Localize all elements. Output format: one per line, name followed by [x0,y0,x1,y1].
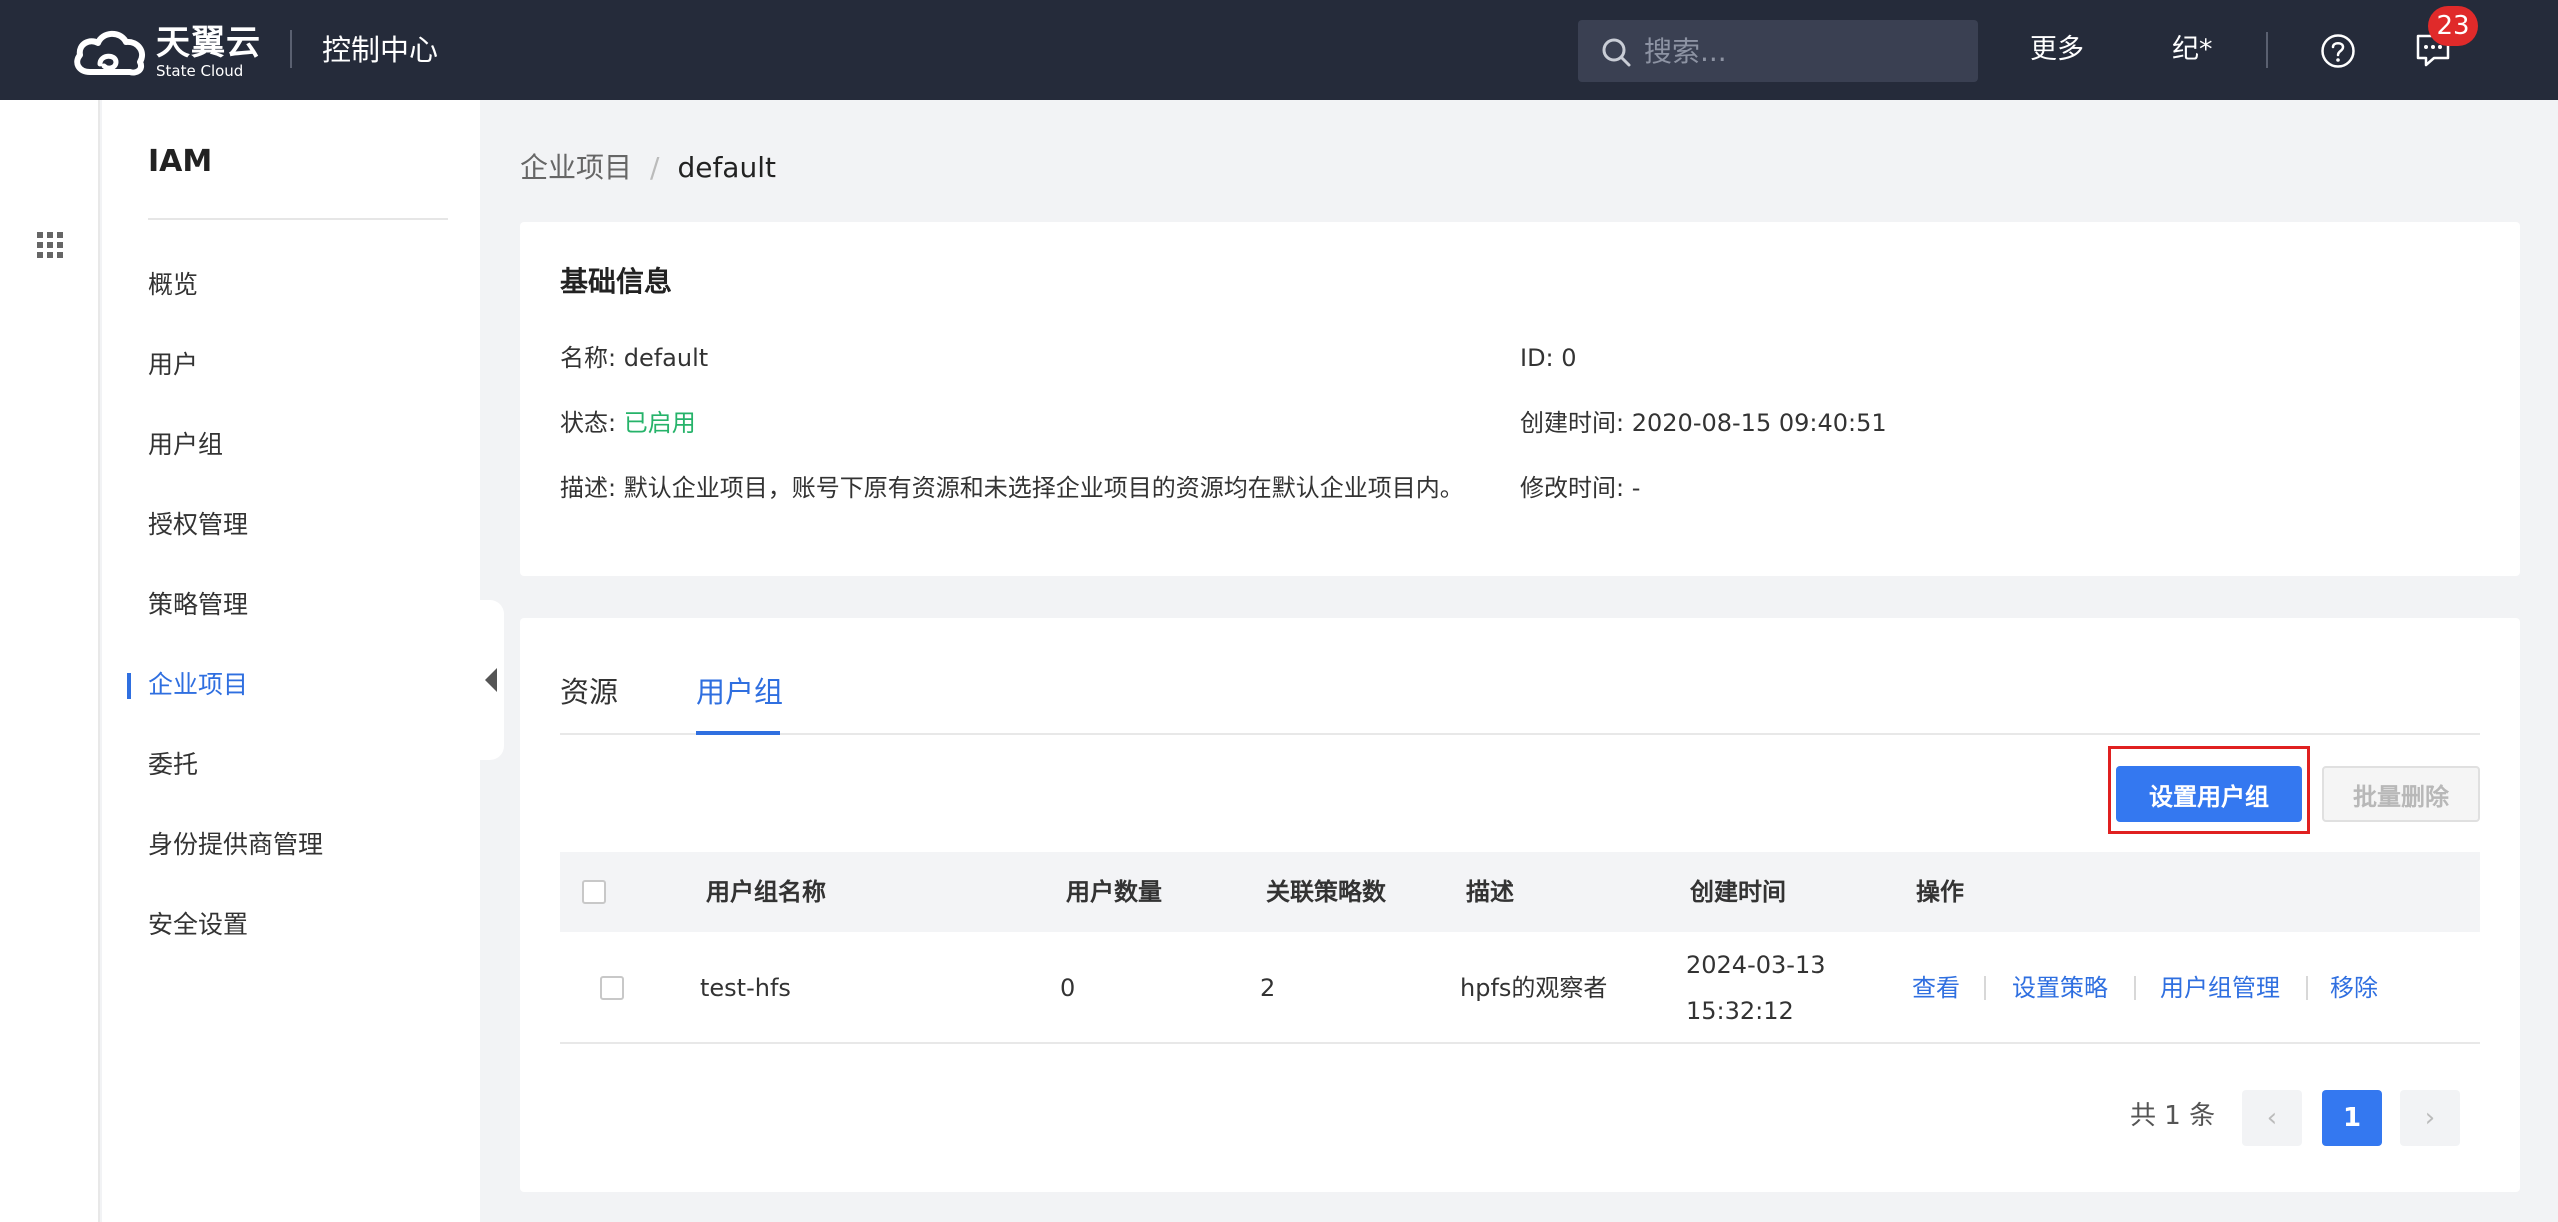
info-status-label: 状态: [560,409,617,437]
info-description-label: 描述: [560,474,617,502]
info-id-label: ID: [1520,344,1554,372]
row-checkbox[interactable] [600,976,624,1000]
nav-divider [148,218,448,220]
product-strip [0,100,100,1222]
info-created-value: 2020-08-15 09:40:51 [1631,409,1887,437]
action-separator [1984,976,1986,1000]
table-header: 用户组名称 用户数量 关联策略数 描述 创建时间 操作 [560,852,2480,932]
sidebar-item-user-groups[interactable]: 用户组 [148,425,223,465]
cell-description: hpfs的观察者 [1460,974,1608,1002]
pagination-page-1[interactable]: 1 [2322,1090,2382,1146]
column-header-actions: 操作 [1916,878,1964,906]
logo-chinese-text: 天翼云 [156,22,261,63]
column-header-name: 用户组名称 [706,878,826,906]
basic-info-title: 基础信息 [560,265,673,298]
sidebar-collapse-toggle[interactable] [478,600,504,760]
status-badge: 已启用 [623,409,696,437]
sidebar-item-identity-providers[interactable]: 身份提供商管理 [148,825,323,865]
sidebar-item-delegation[interactable]: 委托 [148,745,198,785]
user-account-menu[interactable]: 纪* [2172,30,2213,70]
cell-created-time: 2024-03-13 15:32:12 [1686,951,1826,1025]
cell-user-count: 0 [1060,974,1076,1002]
breadcrumb-current: default [677,151,776,184]
info-name-label: 名称: [560,344,617,372]
set-user-group-button[interactable]: 设置用户组 [2116,766,2302,822]
nav-title: IAM [148,144,213,179]
info-id: ID: 0 [1520,340,1577,376]
message-count-badge: 23 [2428,6,2478,46]
info-created-label: 创建时间: [1520,409,1625,437]
info-status: 状态: 已启用 [560,405,696,441]
select-all-checkbox[interactable] [582,880,606,904]
user-group-panel: 资源 用户组 设置用户组 批量删除 用户组名称 用户数量 关联策略数 描述 创建… [520,618,2520,1192]
tab-divider [560,733,2480,735]
cell-policy-count: 2 [1260,974,1276,1002]
info-modified-label: 修改时间: [1520,474,1625,502]
tab-resources[interactable]: 资源 [560,672,618,712]
iam-side-nav: IAM 概览 用户 用户组 授权管理 策略管理 企业项目 委托 身份提供商管理 … [102,100,480,1222]
column-header-policy-count: 关联策略数 [1266,878,1386,906]
info-description: 描述: 默认企业项目，账号下原有资源和未选择企业项目的资源均在默认企业项目内。 [560,470,1464,506]
column-header-created: 创建时间 [1690,878,1786,906]
pagination-next-button[interactable]: › [2400,1090,2460,1146]
set-policy-action-link[interactable]: 设置策略 [2012,965,2108,1011]
chevron-left-icon [485,668,497,692]
action-separator [2134,976,2136,1000]
batch-delete-button[interactable]: 批量删除 [2322,766,2480,822]
sidebar-item-authorization[interactable]: 授权管理 [148,505,248,545]
pagination-total: 共 1 条 [2130,1101,2216,1131]
tab-user-groups[interactable]: 用户组 [696,672,783,712]
active-tab-underline [696,731,780,735]
pagination-prev-button[interactable]: ‹ [2242,1090,2302,1146]
cell-group-name: test-hfs [700,974,791,1002]
info-description-value: 默认企业项目，账号下原有资源和未选择企业项目的资源均在默认企业项目内。 [623,474,1464,502]
info-name: 名称: default [560,340,708,376]
search-icon [1602,38,1631,67]
state-cloud-logo[interactable]: 天翼云 State Cloud [70,24,261,80]
sidebar-item-enterprise-projects[interactable]: 企业项目 [148,665,248,705]
search-input[interactable] [1644,20,1964,82]
more-menu[interactable]: 更多 [2030,30,2084,70]
active-indicator [127,673,131,699]
sidebar-item-security-settings[interactable]: 安全设置 [148,905,248,945]
breadcrumb: 企业项目 / default [520,148,776,188]
breadcrumb-separator: / [650,151,660,184]
topbar-divider [2266,32,2268,68]
manage-user-group-action-link[interactable]: 用户组管理 [2160,965,2280,1011]
basic-info-card: 基础信息 名称: default ID: 0 状态: 已启用 创建时间: 202… [520,222,2520,576]
column-header-description: 描述 [1466,878,1514,906]
top-bar: 天翼云 State Cloud 控制中心 更多 纪* 23 [0,0,2558,100]
sidebar-item-users[interactable]: 用户 [148,345,198,385]
sidebar-item-overview[interactable]: 概览 [148,265,198,305]
info-name-value: default [623,344,709,372]
sidebar-item-policies[interactable]: 策略管理 [148,585,248,625]
view-action-link[interactable]: 查看 [1912,965,1960,1011]
column-header-user-count: 用户数量 [1066,878,1162,906]
info-modified: 修改时间: - [1520,470,1640,506]
question-circle-icon[interactable] [2320,33,2356,69]
console-center-link[interactable]: 控制中心 [322,30,438,70]
action-separator [2306,976,2308,1000]
logo-english-text: State Cloud [156,61,244,80]
grid-icon[interactable] [37,232,63,258]
remove-action-link[interactable]: 移除 [2330,965,2378,1011]
topbar-divider [290,30,292,68]
info-modified-value: - [1631,474,1641,502]
table-row: test-hfs 0 2 hpfs的观察者 2024-03-13 15:32:1… [560,932,2480,1044]
cloud-logo-icon [74,30,146,76]
info-id-value: 0 [1561,344,1577,372]
info-created: 创建时间: 2020-08-15 09:40:51 [1520,405,1887,441]
breadcrumb-enterprise-projects[interactable]: 企业项目 [520,148,632,188]
global-search[interactable] [1578,20,1978,82]
